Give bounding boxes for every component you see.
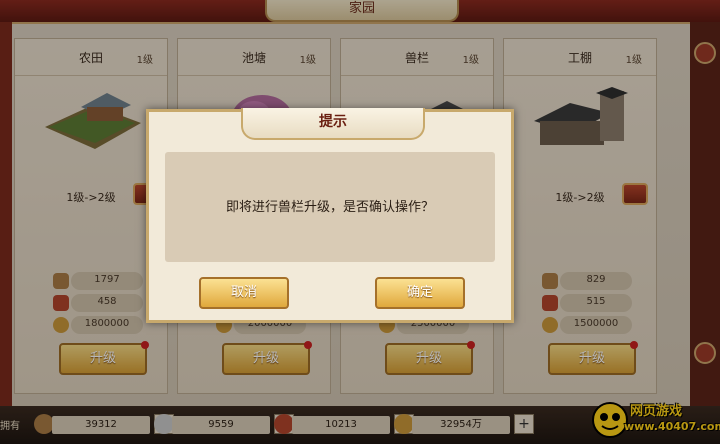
dialog-message: 即将进行兽栏升级，是否确认操作？ (225, 200, 434, 215)
dialog-title: 提示 (241, 108, 425, 140)
confirm-button[interactable]: 确定 (375, 277, 465, 309)
cancel-button[interactable]: 取消 (199, 277, 289, 309)
confirm-dialog: 提示 即将进行兽栏升级，是否确认操作？ 取消 确定 (146, 108, 514, 323)
dialog-body: 即将进行兽栏升级，是否确认操作？ (165, 152, 495, 262)
